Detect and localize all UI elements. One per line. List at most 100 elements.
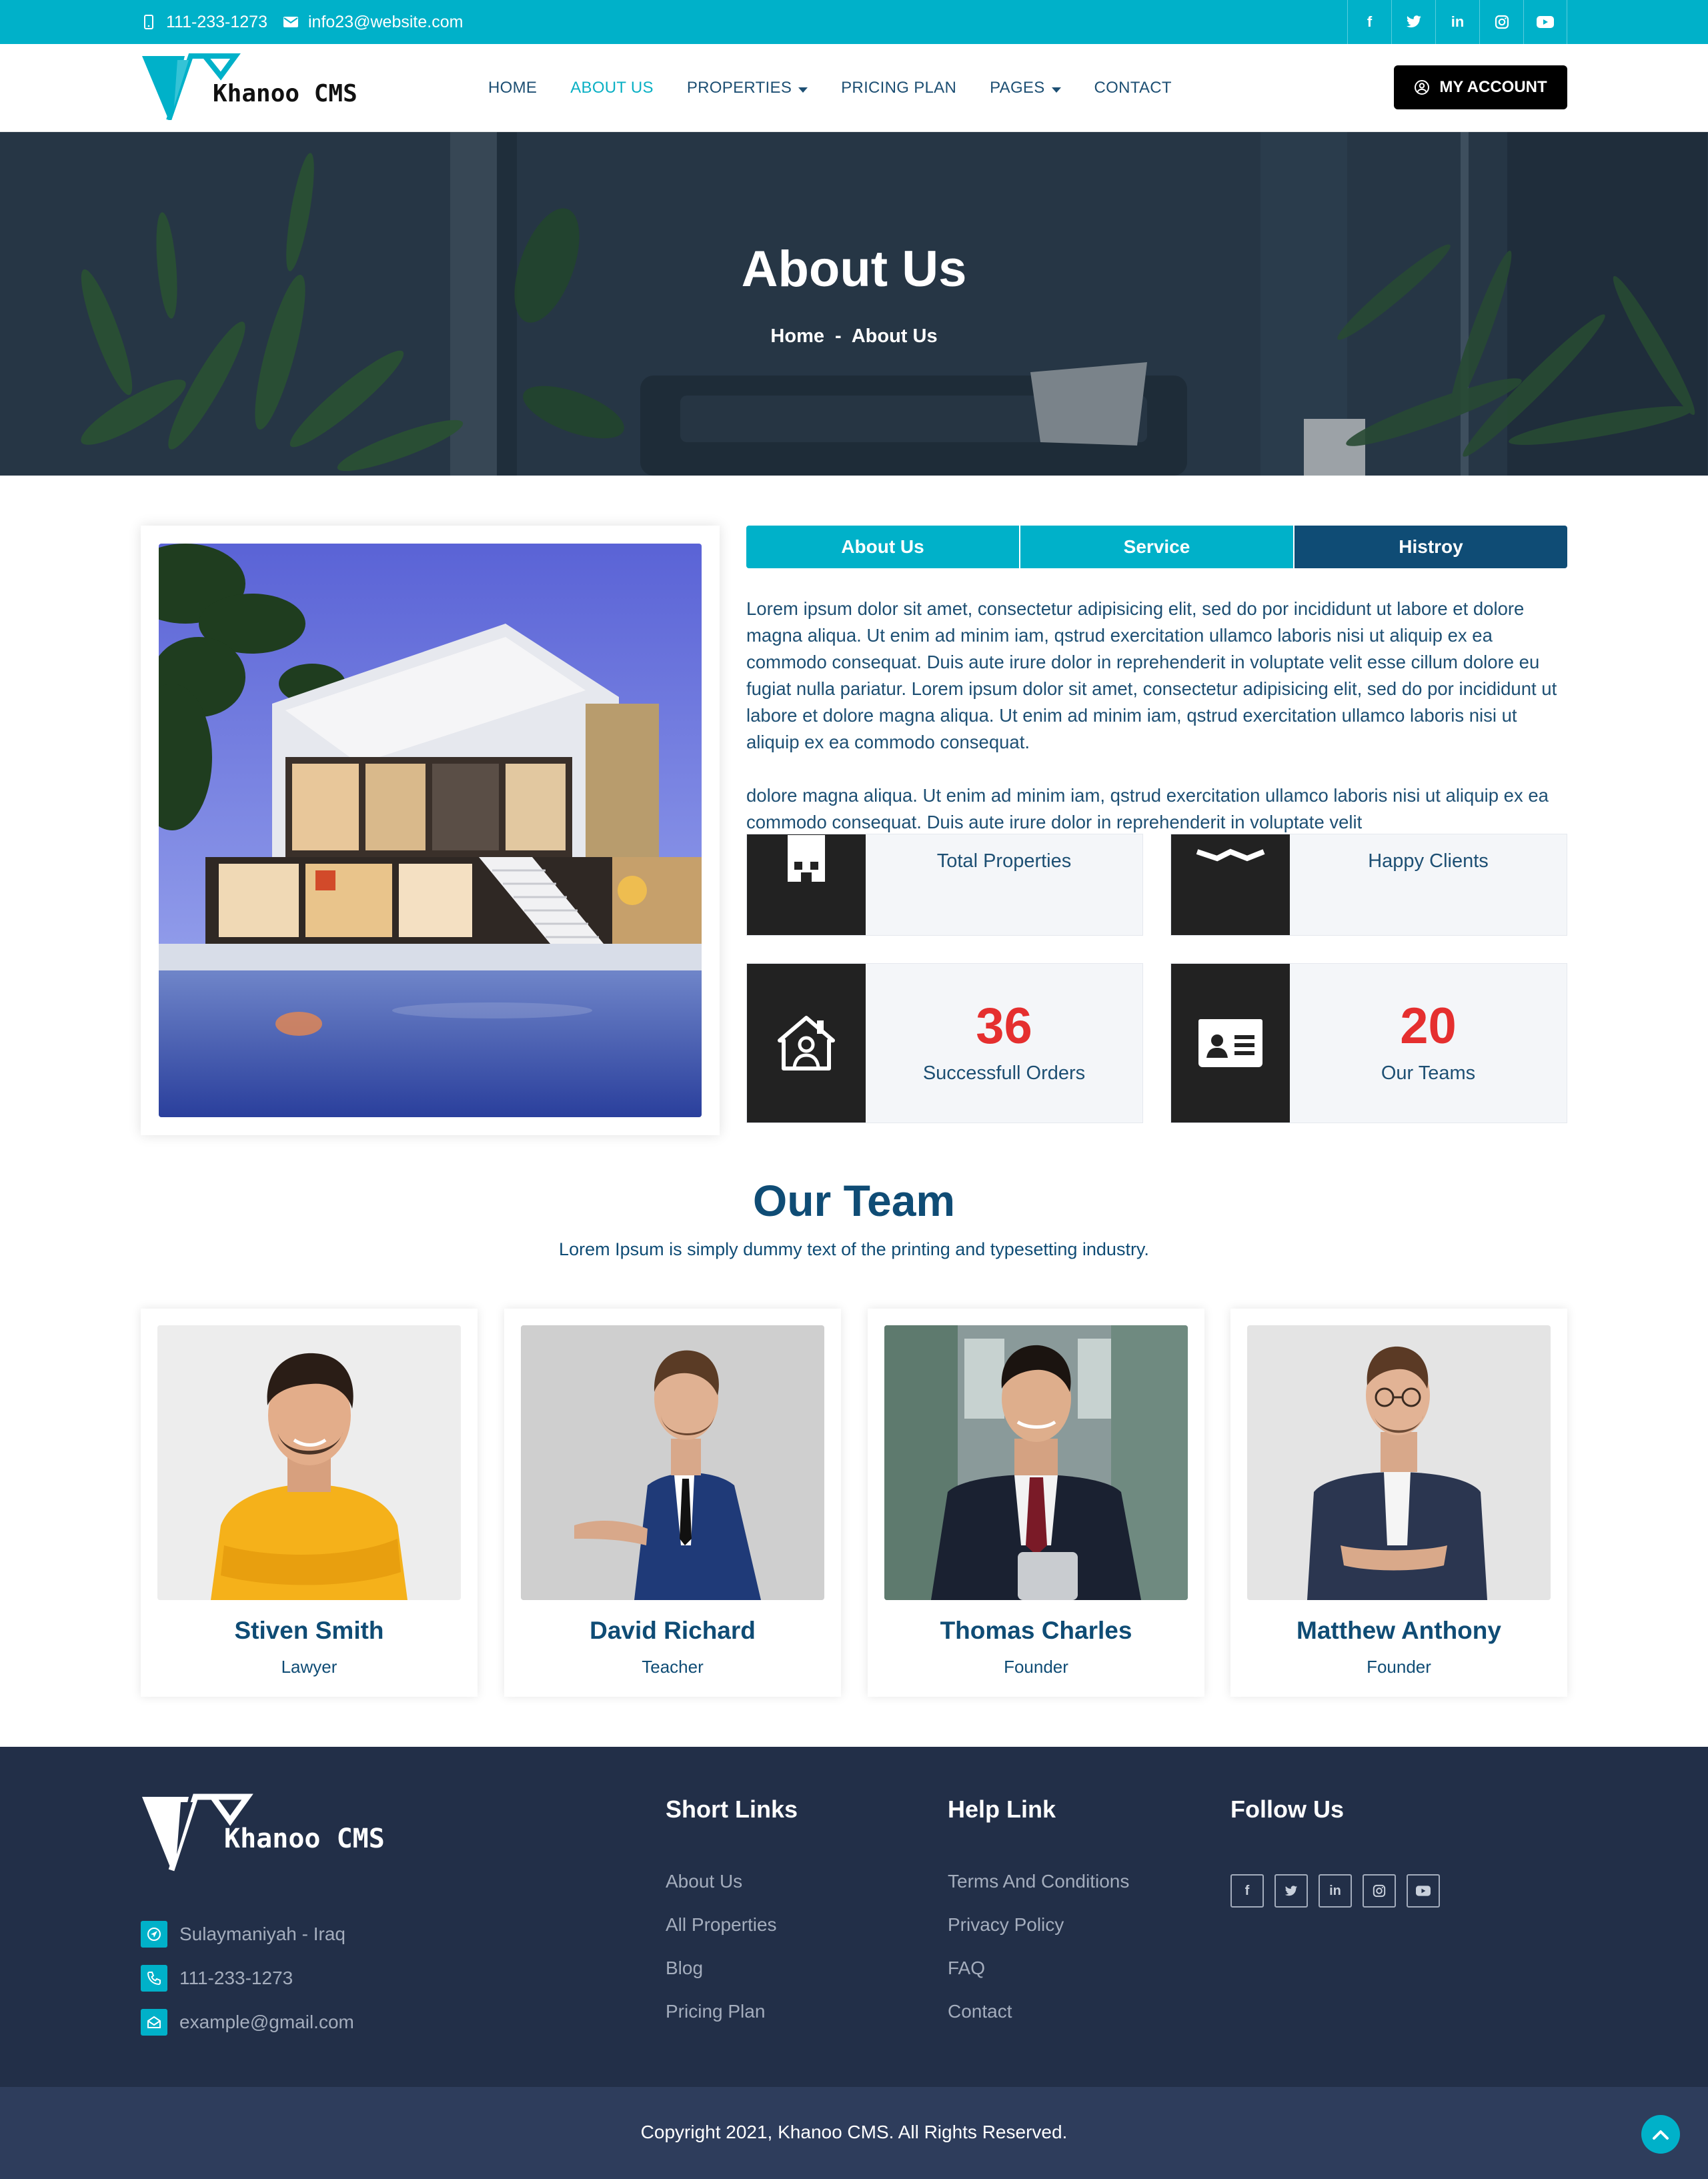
- handshake-icon: [1171, 834, 1290, 935]
- mobile-icon: [141, 14, 157, 30]
- user-circle-icon: [1415, 80, 1430, 95]
- page-hero: [0, 132, 1708, 476]
- member-role: Lawyer: [281, 1657, 337, 1677]
- youtube-icon[interactable]: [1523, 0, 1567, 44]
- team-member-card[interactable]: Stiven Smith Lawyer: [141, 1309, 478, 1697]
- stat-label: Total Properties: [936, 850, 1072, 872]
- footer-link-about-us[interactable]: About Us: [666, 1871, 742, 1892]
- house-user-icon: [747, 964, 866, 1123]
- stat-total-properties: Total Properties: [746, 834, 1143, 936]
- nav-contact[interactable]: CONTACT: [1094, 79, 1172, 97]
- tab-paragraph: Lorem ipsum dolor sit amet, consectetur …: [746, 598, 1557, 752]
- page-title: About Us: [741, 241, 967, 297]
- footer-phone[interactable]: 111-233-1273: [141, 1965, 293, 1992]
- footer-link-terms[interactable]: Terms And Conditions: [948, 1871, 1129, 1892]
- brand-logo[interactable]: Khanoo CMS: [141, 53, 367, 121]
- twitter-icon[interactable]: [1391, 0, 1435, 44]
- back-to-top-button[interactable]: [1641, 2115, 1680, 2154]
- my-account-label: MY ACCOUNT: [1439, 78, 1547, 96]
- facebook-icon[interactable]: f: [1347, 0, 1391, 44]
- about-tabs: About Us Service Histroy: [746, 526, 1567, 568]
- nav-menu: HOME ABOUT US PROPERTIES PRICING PLAN PA…: [488, 44, 1172, 132]
- footer-link-blog[interactable]: Blog: [666, 1958, 703, 1979]
- location-icon: [141, 1921, 167, 1948]
- stat-label: Our Teams: [1381, 1062, 1476, 1084]
- caret-down-icon: [1051, 87, 1061, 93]
- tab-paragraph: dolore magna aliqua. Ut enim ad minim ia…: [746, 785, 1549, 832]
- member-photo: [521, 1325, 824, 1600]
- copyright-text: Copyright 2021, Khanoo CMS. All Rights R…: [640, 2122, 1068, 2142]
- tab-history[interactable]: Histroy: [1295, 526, 1567, 568]
- breadcrumb-current: About Us: [851, 325, 938, 347]
- footer-logo[interactable]: Khanoo CMS: [141, 1793, 407, 1873]
- my-account-button[interactable]: MY ACCOUNT: [1394, 65, 1567, 109]
- team-section-title: Our Team: [752, 1176, 956, 1225]
- top-bar: 111-233-1273 info23@website.com f in: [0, 0, 1708, 44]
- nav-home[interactable]: HOME: [488, 79, 537, 97]
- short-links-title: Short Links: [666, 1795, 798, 1823]
- member-name: Matthew Anthony: [1297, 1617, 1501, 1644]
- topbar-phone[interactable]: 111-233-1273: [141, 0, 267, 44]
- youtube-icon[interactable]: [1407, 1874, 1440, 1908]
- villa-photo: [159, 544, 702, 1117]
- follow-us-title: Follow Us: [1230, 1795, 1344, 1823]
- footer-email[interactable]: example@gmail.com: [141, 2009, 354, 2036]
- footer-link-contact[interactable]: Contact: [948, 2001, 1012, 2022]
- instagram-icon[interactable]: [1479, 0, 1523, 44]
- tab-service[interactable]: Service: [1020, 526, 1295, 568]
- footer-link-all-properties[interactable]: All Properties: [666, 1914, 777, 1936]
- nav-pages[interactable]: PAGES: [990, 79, 1061, 97]
- member-name: David Richard: [590, 1617, 756, 1644]
- member-photo: [884, 1325, 1188, 1600]
- footer-link-pricing-plan[interactable]: Pricing Plan: [666, 2001, 765, 2022]
- footer-address: Sulaymaniyah - Iraq: [141, 1921, 345, 1948]
- member-role: Teacher: [642, 1657, 704, 1677]
- member-role: Founder: [1367, 1657, 1431, 1677]
- help-links-title: Help Link: [948, 1795, 1056, 1823]
- tab-about-us[interactable]: About Us: [746, 526, 1020, 568]
- stat-happy-clients: Happy Clients: [1170, 834, 1567, 936]
- topbar-email[interactable]: info23@website.com: [283, 0, 463, 44]
- nav-properties[interactable]: PROPERTIES: [687, 79, 808, 97]
- envelope-open-icon: [141, 2009, 167, 2036]
- stat-number: 20: [1400, 998, 1457, 1054]
- member-role: Founder: [1004, 1657, 1068, 1677]
- envelope-icon: [283, 14, 299, 30]
- id-card-icon: [1171, 964, 1290, 1123]
- phone-icon: [141, 1965, 167, 1992]
- footer-address-text: Sulaymaniyah - Iraq: [179, 1924, 346, 1944]
- footer-phone-text: 111-233-1273: [179, 1968, 293, 1988]
- instagram-icon[interactable]: [1363, 1874, 1396, 1908]
- nav-properties-label: PROPERTIES: [686, 79, 792, 97]
- footer-brand-name: Khanoo CMS: [224, 1824, 385, 1854]
- brand-name: Khanoo CMS: [213, 80, 357, 107]
- nav-about-us[interactable]: ABOUT US: [570, 79, 654, 97]
- about-image-card: [141, 526, 720, 1135]
- facebook-icon[interactable]: f: [1230, 1874, 1264, 1908]
- member-photo: [1247, 1325, 1551, 1600]
- footer-link-privacy[interactable]: Privacy Policy: [948, 1914, 1064, 1936]
- linkedin-icon[interactable]: in: [1319, 1874, 1352, 1908]
- twitter-icon[interactable]: [1274, 1874, 1308, 1908]
- topbar-phone-text: 111-233-1273: [166, 12, 267, 31]
- footer-socials: f in: [1230, 1874, 1440, 1908]
- breadcrumb: Home - About Us: [0, 325, 1708, 347]
- stat-successful-orders: 36 Successfull Orders: [746, 963, 1143, 1123]
- team-member-card[interactable]: Matthew Anthony Founder: [1230, 1309, 1567, 1697]
- stat-label: Successfull Orders: [922, 1062, 1086, 1084]
- footer-link-faq[interactable]: FAQ: [948, 1958, 985, 1979]
- tab-content: Lorem ipsum dolor sit amet, consectetur …: [746, 596, 1567, 836]
- member-name: Stiven Smith: [234, 1617, 384, 1644]
- chevron-up-icon: [1653, 2130, 1669, 2140]
- topbar-email-text: info23@website.com: [308, 12, 464, 31]
- team-member-card[interactable]: David Richard Teacher: [504, 1309, 841, 1697]
- footer-email-text: example@gmail.com: [179, 2012, 354, 2032]
- breadcrumb-separator: -: [835, 325, 842, 347]
- topbar-socials: f in: [1347, 0, 1567, 44]
- nav-pricing-plan[interactable]: PRICING PLAN: [841, 79, 956, 97]
- breadcrumb-home[interactable]: Home: [770, 325, 824, 347]
- team-section-subtitle: Lorem Ipsum is simply dummy text of the …: [559, 1239, 1149, 1259]
- team-member-card[interactable]: Thomas Charles Founder: [868, 1309, 1204, 1697]
- stat-number: 36: [976, 998, 1032, 1054]
- linkedin-icon[interactable]: in: [1435, 0, 1479, 44]
